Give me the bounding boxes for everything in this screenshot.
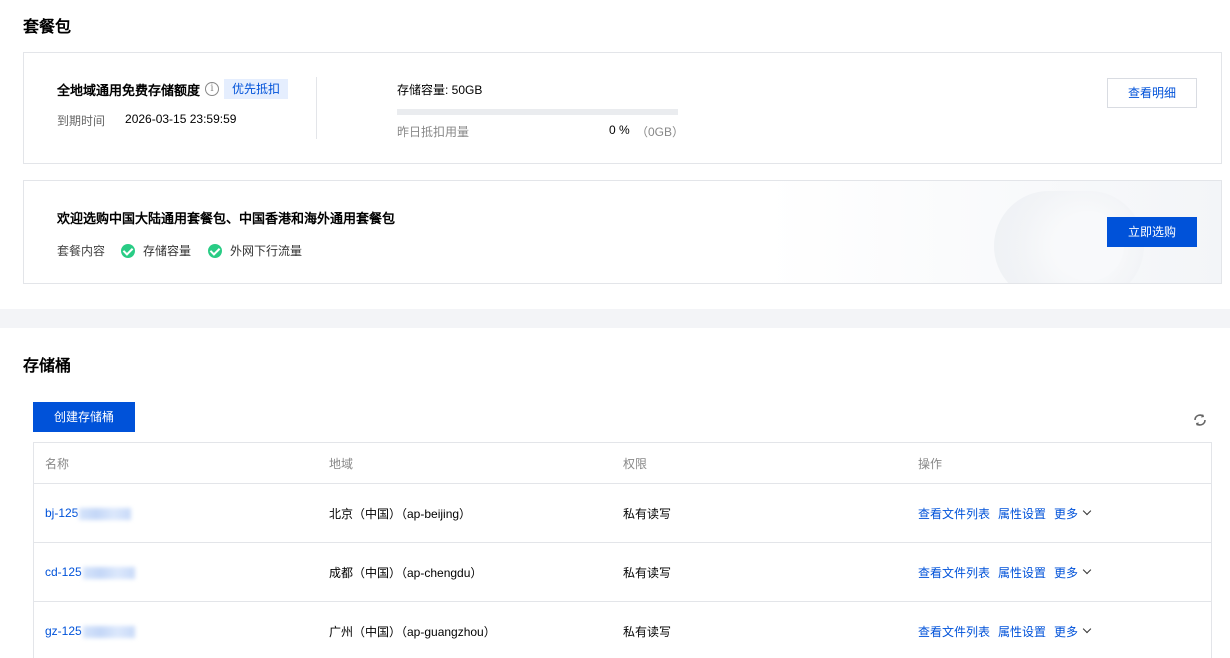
column-header-ops: 操作 bbox=[918, 456, 943, 471]
settings-link[interactable]: 属性设置 bbox=[998, 564, 1046, 581]
more-link[interactable]: 更多 bbox=[1054, 564, 1078, 581]
refresh-icon[interactable] bbox=[1192, 412, 1208, 428]
bucket-name-link[interactable]: gz-125 bbox=[45, 624, 82, 638]
expire-label: 到期时间 bbox=[57, 114, 106, 128]
package-section-title: 套餐包 bbox=[23, 19, 72, 36]
column-header-region: 地域 bbox=[329, 456, 354, 471]
section-separator bbox=[0, 309, 1230, 328]
package-info: 全地域通用免费存储额度 i 优先抵扣 到期时间 2026-03-15 23:59… bbox=[57, 79, 289, 129]
redacted-text bbox=[79, 507, 132, 520]
package-card: 全地域通用免费存储额度 i 优先抵扣 到期时间 2026-03-15 23:59… bbox=[23, 52, 1222, 164]
table-row: bj-125 北京（中国）（ap-beijing） 私有读写 查看文件列表 属性… bbox=[34, 484, 1211, 543]
table-row: cd-125 成都（中国）（ap-chengdu） 私有读写 查看文件列表 属性… bbox=[34, 543, 1211, 602]
view-files-link[interactable]: 查看文件列表 bbox=[918, 623, 990, 640]
create-bucket-button[interactable]: 创建存储桶 bbox=[33, 402, 135, 432]
usage-percent: 0 % bbox=[609, 123, 630, 137]
bucket-region: 北京（中国）（ap-beijing） bbox=[329, 506, 472, 521]
bucket-permission: 私有读写 bbox=[623, 565, 672, 580]
bucket-region: 广州（中国）（ap-guangzhou） bbox=[329, 624, 496, 639]
capacity-label: 存储容量: 50GB bbox=[397, 83, 483, 97]
usage-progress-bar bbox=[397, 109, 678, 115]
info-icon[interactable]: i bbox=[205, 82, 220, 96]
table-header: 名称 地域 权限 操作 bbox=[34, 443, 1211, 484]
package-name: 全地域通用免费存储额度 bbox=[57, 82, 201, 98]
promo-item-label: 存储容量 bbox=[143, 244, 192, 258]
redacted-text bbox=[82, 566, 135, 579]
redacted-text bbox=[82, 625, 135, 638]
view-files-link[interactable]: 查看文件列表 bbox=[918, 564, 990, 581]
settings-link[interactable]: 属性设置 bbox=[998, 623, 1046, 640]
priority-tag: 优先抵扣 bbox=[224, 79, 289, 99]
check-circle-icon bbox=[121, 243, 136, 258]
table-row: gz-125 广州（中国）（ap-guangzhou） 私有读写 查看文件列表 … bbox=[34, 602, 1211, 658]
promo-item: 外网下行流量 bbox=[208, 242, 302, 259]
promo-content: 套餐内容 存储容量 外网下行流量 bbox=[57, 242, 319, 259]
bucket-section-title: 存储桶 bbox=[23, 358, 72, 375]
divider bbox=[316, 77, 317, 139]
chevron-down-icon[interactable] bbox=[1082, 624, 1092, 634]
bucket-name-link[interactable]: bj-125 bbox=[45, 506, 78, 520]
view-files-link[interactable]: 查看文件列表 bbox=[918, 505, 990, 522]
chevron-down-icon[interactable] bbox=[1082, 506, 1092, 516]
column-header-name: 名称 bbox=[45, 456, 70, 471]
settings-link[interactable]: 属性设置 bbox=[998, 505, 1046, 522]
bucket-permission: 私有读写 bbox=[623, 506, 672, 521]
promo-content-label: 套餐内容 bbox=[57, 244, 106, 258]
usage-label: 昨日抵扣用量 bbox=[397, 125, 470, 139]
promo-title: 欢迎选购中国大陆通用套餐包、中国香港和海外通用套餐包 bbox=[57, 211, 396, 226]
buy-now-button[interactable]: 立即选购 bbox=[1107, 217, 1197, 247]
more-link[interactable]: 更多 bbox=[1054, 505, 1078, 522]
check-circle-icon bbox=[208, 243, 223, 258]
promo-item-label: 外网下行流量 bbox=[230, 244, 303, 258]
bucket-permission: 私有读写 bbox=[623, 624, 672, 639]
bucket-table: 名称 地域 权限 操作 bj-125 北京（中国）（ap-beijing） 私有… bbox=[33, 442, 1212, 658]
more-link[interactable]: 更多 bbox=[1054, 623, 1078, 640]
usage-gb: （0GB） bbox=[636, 125, 685, 139]
chevron-down-icon[interactable] bbox=[1082, 565, 1092, 575]
bucket-region: 成都（中国）（ap-chengdu） bbox=[329, 565, 483, 580]
view-detail-button[interactable]: 查看明细 bbox=[1107, 78, 1197, 108]
bucket-name-link[interactable]: cd-125 bbox=[45, 565, 82, 579]
promo-card: 欢迎选购中国大陆通用套餐包、中国香港和海外通用套餐包 套餐内容 存储容量 外网下… bbox=[23, 180, 1222, 284]
promo-item: 存储容量 bbox=[121, 242, 191, 259]
column-header-permission: 权限 bbox=[623, 456, 648, 471]
expire-value: 2026-03-15 23:59:59 bbox=[125, 112, 237, 126]
